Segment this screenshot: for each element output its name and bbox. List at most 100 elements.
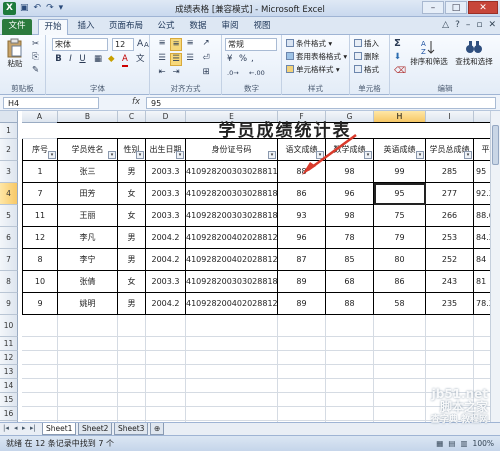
find-select-button[interactable]: 查找和选择: [452, 38, 496, 67]
table-cell[interactable]: 410928200303028811: [186, 161, 278, 183]
table-cell[interactable]: 99: [374, 161, 426, 183]
table-cell[interactable]: 96: [326, 183, 374, 205]
grid-cell[interactable]: [22, 393, 58, 407]
fill-icon[interactable]: ⬇: [394, 52, 401, 63]
filter-dropdown-icon[interactable]: ▾: [108, 151, 116, 159]
row-header-5[interactable]: 5: [0, 205, 18, 227]
number-format-select[interactable]: 常规: [225, 38, 277, 51]
row-header-6[interactable]: 6: [0, 227, 18, 249]
workbook-minimize-icon[interactable]: –: [466, 20, 471, 30]
table-cell[interactable]: 285: [426, 161, 474, 183]
tab-review[interactable]: 审阅: [216, 19, 244, 35]
format-painter-icon[interactable]: ✎: [32, 65, 39, 76]
italic-button[interactable]: I: [66, 54, 75, 65]
orientation-icon[interactable]: ↗: [200, 38, 212, 49]
grid-cell[interactable]: [278, 315, 326, 337]
zoom-level[interactable]: 100%: [473, 436, 494, 451]
help-icon[interactable]: ?: [455, 20, 460, 30]
table-cell[interactable]: 410928200402028812: [186, 293, 278, 315]
grid-cell[interactable]: [374, 393, 426, 407]
table-cell[interactable]: 243: [426, 271, 474, 293]
filter-dropdown-icon[interactable]: ▾: [176, 151, 184, 159]
conditional-formatting-button[interactable]: 条件格式 ▾: [286, 38, 332, 49]
table-cell[interactable]: 252: [426, 249, 474, 271]
delete-cells-button[interactable]: 删除: [354, 51, 379, 62]
sheet-nav-prev-icon[interactable]: ◂: [14, 424, 18, 432]
table-cell[interactable]: 86: [278, 183, 326, 205]
cell-styles-button[interactable]: 单元格样式 ▾: [286, 64, 340, 75]
increase-decimal-icon[interactable]: .0→: [227, 68, 239, 79]
grid-cell[interactable]: [186, 365, 278, 379]
grid-cell[interactable]: [426, 351, 474, 365]
grid-cell[interactable]: [58, 315, 118, 337]
table-cell[interactable]: 姚明: [58, 293, 118, 315]
grid-cell[interactable]: [118, 365, 146, 379]
row-header-12[interactable]: 12: [0, 351, 18, 365]
grid-cell[interactable]: [278, 379, 326, 393]
copy-icon[interactable]: ⎘: [32, 52, 39, 63]
minimize-ribbon-icon[interactable]: △: [442, 20, 449, 30]
table-cell[interactable]: 85: [326, 249, 374, 271]
grid-cell[interactable]: [22, 337, 58, 351]
grid-cell[interactable]: [22, 365, 58, 379]
grid-cell[interactable]: [118, 337, 146, 351]
font-color-button[interactable]: A: [122, 54, 128, 67]
row-header-9[interactable]: 9: [0, 293, 18, 315]
row-header-2[interactable]: 2: [0, 139, 18, 161]
grid-cell[interactable]: [186, 351, 278, 365]
vertical-scrollbar[interactable]: [490, 111, 500, 422]
grid-cell[interactable]: [326, 407, 374, 421]
tab-data[interactable]: 数据: [184, 19, 212, 35]
normal-view-icon[interactable]: ▦: [436, 436, 443, 451]
sheet-nav-next-icon[interactable]: ▸: [22, 424, 26, 432]
grid-cell[interactable]: [118, 351, 146, 365]
table-cell[interactable]: 86: [374, 271, 426, 293]
grid-cell[interactable]: [22, 351, 58, 365]
table-cell[interactable]: 79: [374, 227, 426, 249]
grid-cell[interactable]: [186, 337, 278, 351]
grid-cell[interactable]: [58, 365, 118, 379]
table-cell[interactable]: 王丽: [58, 205, 118, 227]
grid-cell[interactable]: [22, 315, 58, 337]
align-center-icon[interactable]: ☰: [170, 53, 182, 66]
grid-cell[interactable]: [22, 123, 58, 139]
grid-cell[interactable]: [326, 365, 374, 379]
maximize-button[interactable]: □: [445, 1, 467, 14]
grid-cell[interactable]: [58, 337, 118, 351]
row-header-13[interactable]: 13: [0, 365, 18, 379]
grid-cell[interactable]: [118, 315, 146, 337]
format-as-table-button[interactable]: 套用表格格式 ▾: [286, 51, 347, 62]
comma-button[interactable]: ,: [251, 54, 254, 65]
vertical-scrollbar-thumb[interactable]: [492, 125, 499, 165]
grid-cell[interactable]: [374, 315, 426, 337]
spreadsheet-grid[interactable]: ABCDEFGHIJ1234567891011121314151617学员成绩统…: [0, 111, 500, 422]
grid-cell[interactable]: [278, 365, 326, 379]
sheet-title[interactable]: 学员成绩统计表: [57, 122, 500, 140]
table-cell[interactable]: 李宁: [58, 249, 118, 271]
tab-formulas[interactable]: 公式: [152, 19, 180, 35]
grid-cell[interactable]: [374, 407, 426, 421]
table-header-cell[interactable]: 性别 ▾: [118, 139, 146, 161]
grid-cell[interactable]: [374, 379, 426, 393]
table-cell[interactable]: 75: [374, 205, 426, 227]
grid-cell[interactable]: [278, 337, 326, 351]
formula-input[interactable]: 95: [146, 97, 496, 109]
grid-cell[interactable]: [186, 393, 278, 407]
table-cell[interactable]: 96: [278, 227, 326, 249]
table-cell[interactable]: 58: [374, 293, 426, 315]
table-cell[interactable]: 87: [278, 249, 326, 271]
filter-dropdown-icon[interactable]: ▾: [416, 151, 424, 159]
table-cell[interactable]: 2004.2: [146, 227, 186, 249]
sheet-tab-1[interactable]: Sheet1: [42, 423, 77, 435]
table-cell[interactable]: 1: [22, 161, 58, 183]
table-cell[interactable]: 410928200303028818: [186, 271, 278, 293]
grid-cell[interactable]: [186, 379, 278, 393]
tab-insert[interactable]: 插入: [72, 19, 100, 35]
row-header-11[interactable]: 11: [0, 337, 18, 351]
table-cell[interactable]: 89: [278, 271, 326, 293]
table-cell[interactable]: 男: [118, 293, 146, 315]
row-header-14[interactable]: 14: [0, 379, 18, 393]
table-cell[interactable]: 410928200402028812: [186, 227, 278, 249]
row-header-16[interactable]: 16: [0, 407, 18, 421]
grid-cell[interactable]: [326, 351, 374, 365]
